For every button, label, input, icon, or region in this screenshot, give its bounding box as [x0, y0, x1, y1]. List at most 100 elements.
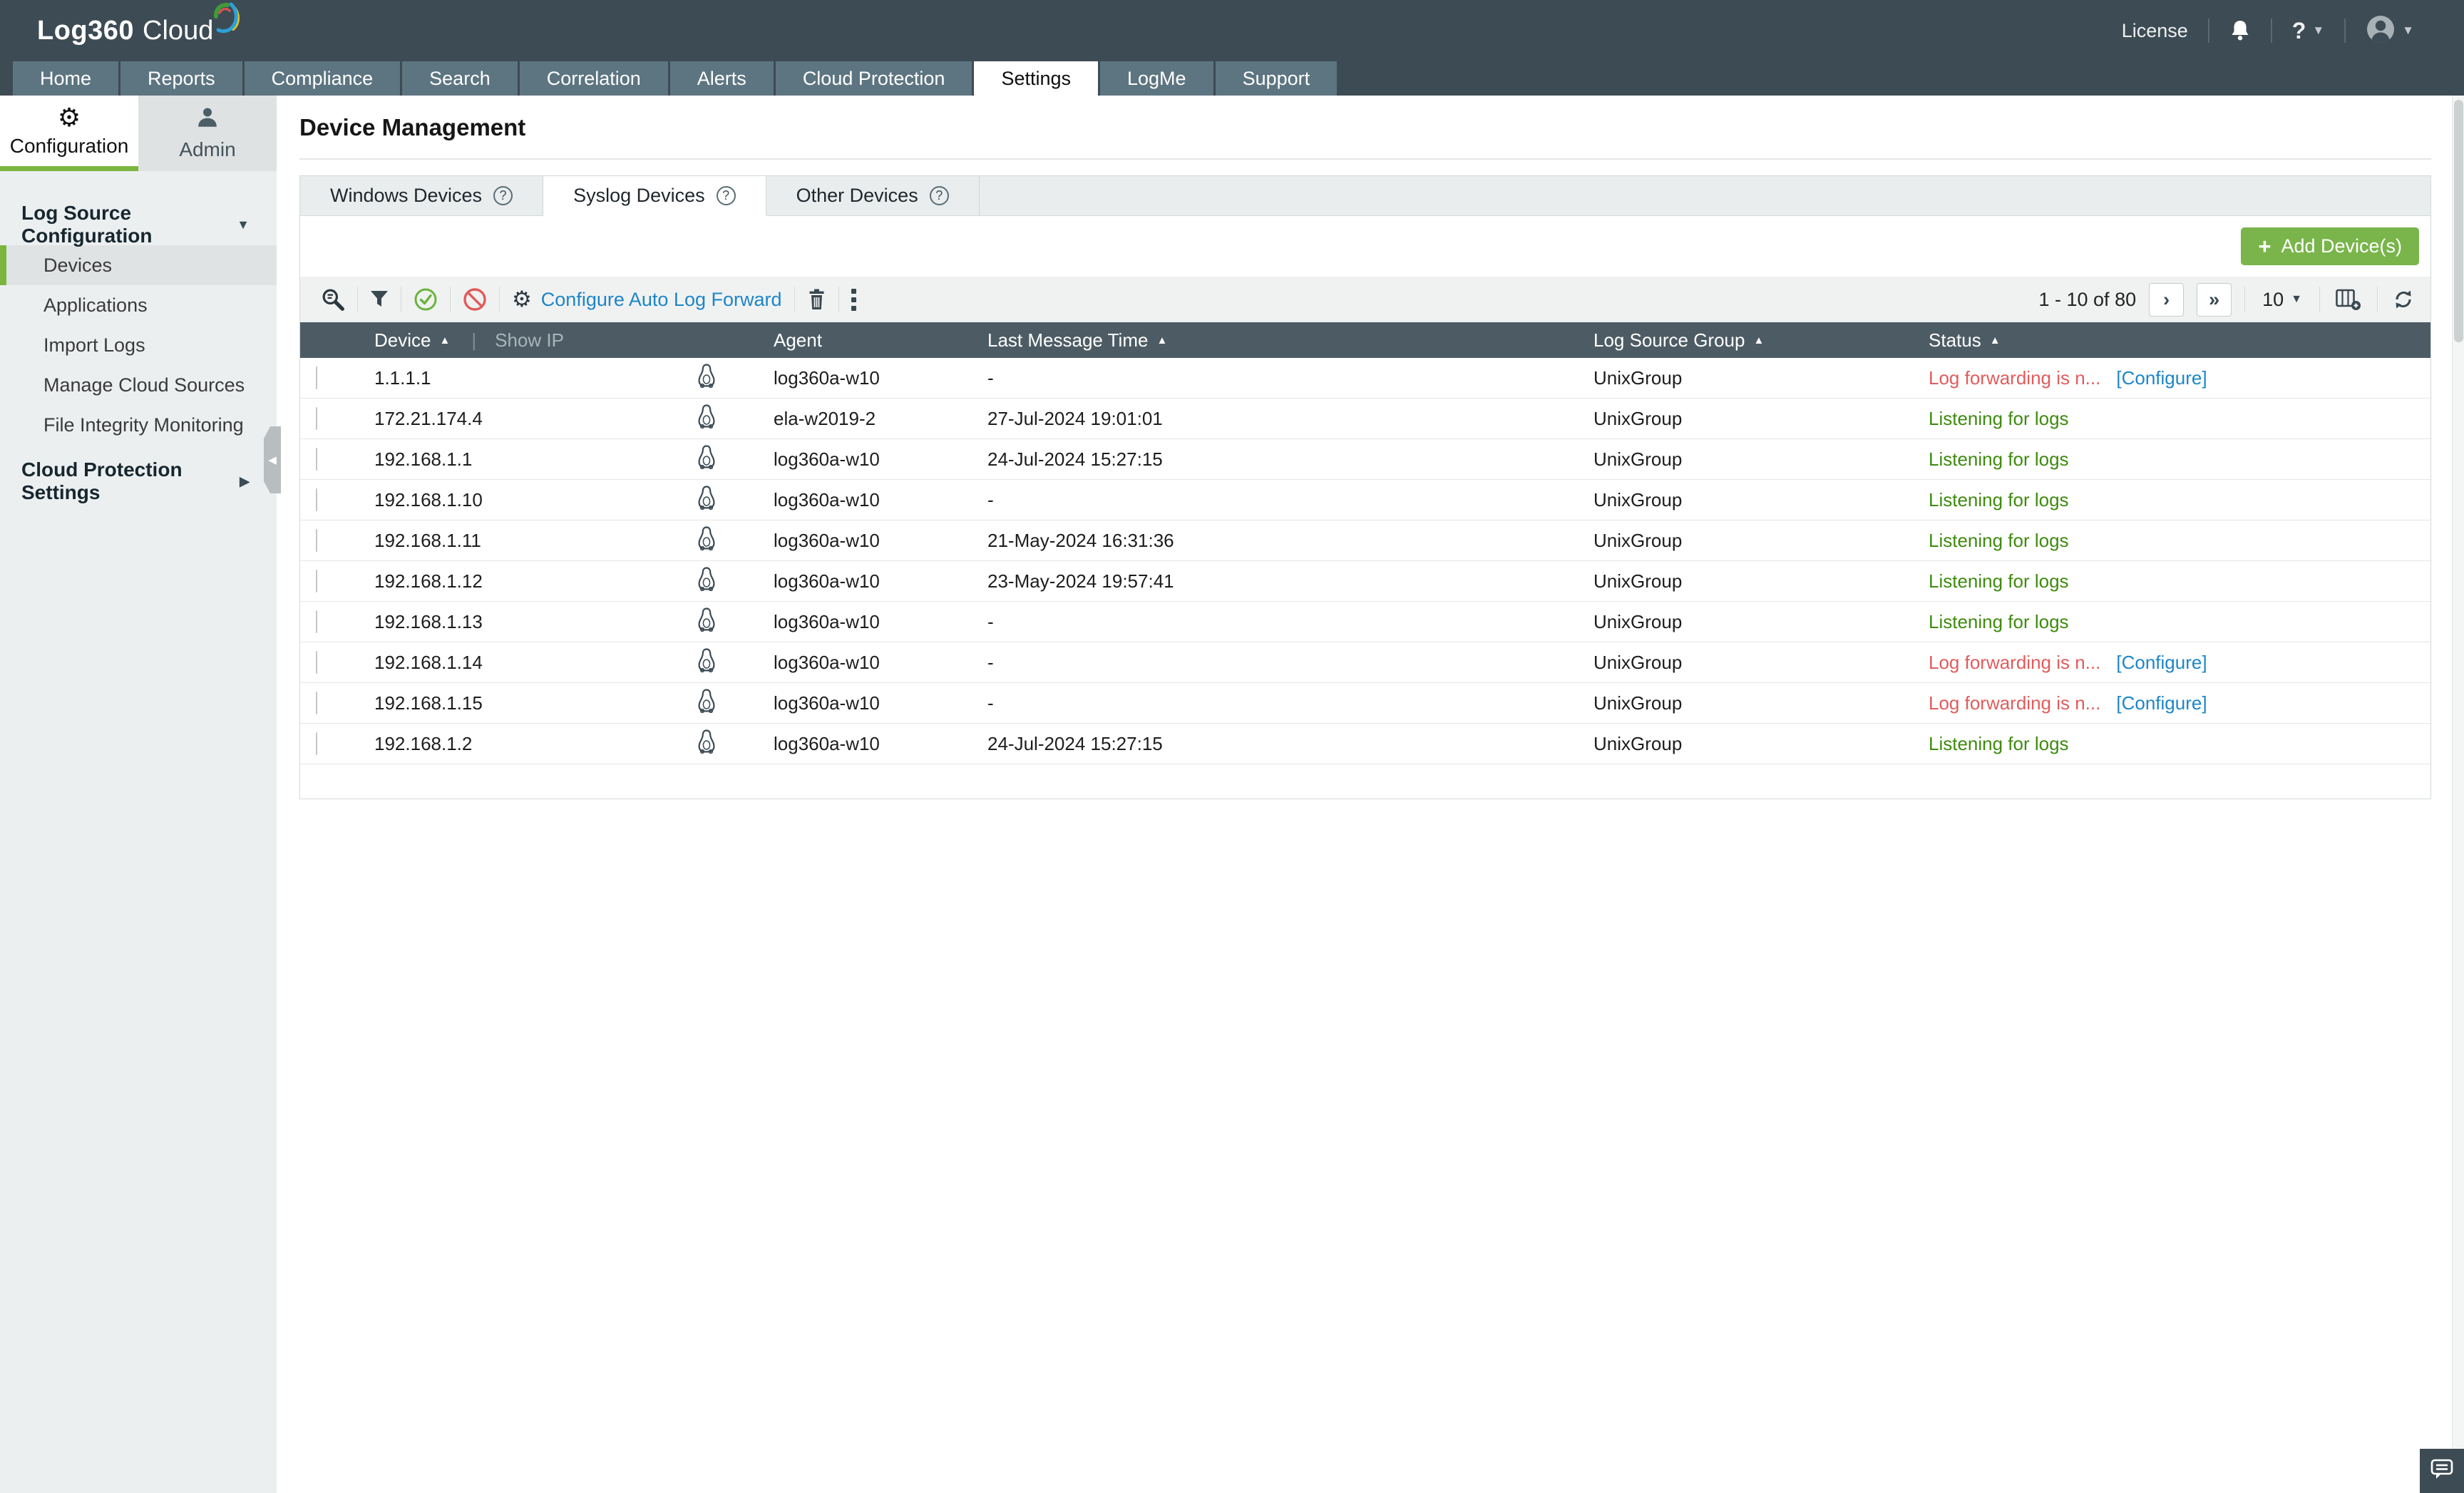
- nav-tab-reports[interactable]: Reports: [120, 61, 242, 96]
- help-circle-icon[interactable]: ?: [929, 186, 949, 205]
- sort-asc-icon[interactable]: ▲: [1990, 334, 2001, 347]
- sidebar-item-manage-cloud-sources[interactable]: Manage Cloud Sources: [0, 365, 277, 405]
- row-checkbox[interactable]: [316, 528, 317, 552]
- device-name[interactable]: 172.21.174.4: [354, 408, 675, 430]
- device-name[interactable]: 192.168.1.2: [354, 733, 675, 755]
- sidebar-tab-admin[interactable]: Admin: [138, 96, 277, 171]
- scrollbar-thumb[interactable]: [2454, 100, 2463, 342]
- sidebar-collapse-handle[interactable]: ◀: [264, 426, 281, 493]
- row-checkbox[interactable]: [316, 447, 317, 471]
- device-name[interactable]: 192.168.1.15: [354, 692, 675, 714]
- next-page-button[interactable]: ›: [2149, 282, 2185, 317]
- row-checkbox[interactable]: [316, 569, 317, 592]
- filter-icon[interactable]: [358, 290, 401, 309]
- table-toolbar: ⚙ Configure Auto Log Forward 1 - 10 of 8…: [300, 277, 2430, 322]
- configure-link[interactable]: [Configure]: [2116, 367, 2207, 389]
- nav-tab-support[interactable]: Support: [1215, 61, 1338, 96]
- page-size-select[interactable]: 10 ▼: [2258, 289, 2306, 311]
- nav-tab-correlation[interactable]: Correlation: [519, 61, 668, 96]
- top-bar: Log360 Cloud License ? ▼ ▼: [0, 0, 2464, 61]
- scrollbar-track[interactable]: [2452, 96, 2464, 1493]
- toolbar-left: ⚙ Configure Auto Log Forward: [309, 287, 868, 312]
- license-link[interactable]: License: [2122, 20, 2188, 42]
- configure-link[interactable]: [Configure]: [2116, 652, 2207, 674]
- last-message-time: -: [987, 692, 994, 714]
- sidebar-item-applications[interactable]: Applications: [0, 285, 277, 325]
- nav-tab-cloud-protection[interactable]: Cloud Protection: [775, 61, 972, 96]
- help-menu[interactable]: ? ▼: [2292, 18, 2324, 44]
- sidebar-item-devices[interactable]: Devices: [0, 245, 277, 285]
- configure-auto-log-forward[interactable]: ⚙ Configure Auto Log Forward: [500, 288, 794, 311]
- row-checkbox[interactable]: [316, 610, 317, 633]
- sidebar-group-log-source-configuration[interactable]: Log Source Configuration ▼: [0, 202, 277, 247]
- chevron-right-icon: ▶: [240, 473, 250, 488]
- nav-tab-logme[interactable]: LogMe: [1100, 61, 1213, 96]
- sort-asc-icon[interactable]: ▲: [439, 334, 450, 347]
- logo-swirl-icon: [209, 0, 242, 40]
- row-checkbox[interactable]: [316, 488, 317, 511]
- sort-asc-icon[interactable]: ▲: [1156, 334, 1167, 347]
- gear-icon: ⚙: [57, 102, 81, 132]
- disable-block-icon[interactable]: [451, 287, 499, 312]
- linux-penguin-icon: [697, 566, 717, 596]
- sidebar-item-import-logs[interactable]: Import Logs: [0, 325, 277, 365]
- sidebar-item-file-integrity-monitoring[interactable]: File Integrity Monitoring: [0, 405, 277, 445]
- device-name[interactable]: 1.1.1.1: [354, 367, 675, 389]
- configure-link[interactable]: [Configure]: [2116, 692, 2207, 714]
- device-name[interactable]: 192.168.1.14: [354, 652, 675, 674]
- row-checkbox[interactable]: [316, 650, 317, 674]
- device-name[interactable]: 192.168.1.10: [354, 489, 675, 511]
- delete-trash-icon[interactable]: [795, 289, 838, 310]
- nav-tab-settings[interactable]: Settings: [974, 61, 1098, 96]
- enable-check-icon[interactable]: [401, 287, 450, 312]
- col-device[interactable]: Device: [374, 329, 431, 352]
- last-page-button[interactable]: »: [2197, 282, 2232, 317]
- sidebar-group-cloud-protection-settings[interactable]: Cloud Protection Settings ▶: [0, 458, 277, 503]
- row-checkbox[interactable]: [316, 732, 317, 755]
- tab-windows-devices[interactable]: Windows Devices ?: [300, 176, 544, 215]
- device-tabs: Windows Devices ? Syslog Devices ? Other…: [299, 175, 2431, 215]
- logo-text-primary: Log360: [37, 15, 135, 46]
- table-row: 192.168.1.1 log360a-w10 24-Jul-2024 15:2…: [300, 439, 2430, 480]
- status-text: Listening for logs: [1929, 570, 2069, 592]
- refresh-icon[interactable]: [2391, 288, 2416, 311]
- last-message-time: 21-May-2024 16:31:36: [987, 529, 1174, 551]
- col-last-message-time[interactable]: Last Message Time: [987, 329, 1148, 352]
- status-text: Listening for logs: [1929, 407, 2069, 429]
- log-source-group: UnixGroup: [1593, 651, 1683, 673]
- nav-tab-home[interactable]: Home: [13, 61, 119, 96]
- user-account-menu[interactable]: ▼: [2366, 14, 2414, 48]
- nav-tab-search[interactable]: Search: [402, 61, 518, 96]
- title-divider: [299, 158, 2431, 160]
- sort-asc-icon[interactable]: ▲: [1753, 334, 1764, 347]
- device-name[interactable]: 192.168.1.1: [354, 448, 675, 471]
- col-status[interactable]: Status: [1929, 329, 1981, 352]
- nav-tab-alerts[interactable]: Alerts: [669, 61, 774, 96]
- advanced-search-icon[interactable]: [309, 287, 357, 312]
- agent-name: log360a-w10: [774, 448, 880, 470]
- help-circle-icon[interactable]: ?: [493, 186, 513, 205]
- page-title: Device Management: [299, 114, 526, 140]
- help-circle-icon[interactable]: ?: [716, 186, 736, 205]
- log-source-group: UnixGroup: [1593, 732, 1683, 754]
- chat-support-button[interactable]: [2420, 1449, 2464, 1493]
- device-name[interactable]: 192.168.1.13: [354, 611, 675, 633]
- sidebar-tab-configuration[interactable]: ⚙ Configuration: [0, 96, 138, 171]
- linux-penguin-icon: [697, 688, 717, 718]
- nav-tab-compliance[interactable]: Compliance: [244, 61, 401, 96]
- row-checkbox[interactable]: [316, 406, 317, 430]
- column-chooser-icon[interactable]: [2333, 288, 2364, 311]
- notifications-bell-icon[interactable]: [2229, 19, 2251, 42]
- tab-syslog-devices[interactable]: Syslog Devices ?: [543, 176, 766, 215]
- device-name[interactable]: 192.168.1.11: [354, 530, 675, 552]
- sidebar-tab-label: Configuration: [9, 134, 129, 157]
- row-checkbox[interactable]: [316, 366, 317, 389]
- more-actions-icon[interactable]: [839, 288, 868, 311]
- show-ip-toggle[interactable]: Show IP: [495, 329, 564, 352]
- device-name[interactable]: 192.168.1.12: [354, 570, 675, 592]
- col-log-source-group[interactable]: Log Source Group: [1593, 329, 1745, 352]
- add-devices-button[interactable]: + Add Device(s): [2241, 227, 2419, 265]
- tab-other-devices[interactable]: Other Devices ?: [766, 176, 980, 215]
- col-agent[interactable]: Agent: [774, 329, 822, 352]
- row-checkbox[interactable]: [316, 691, 317, 714]
